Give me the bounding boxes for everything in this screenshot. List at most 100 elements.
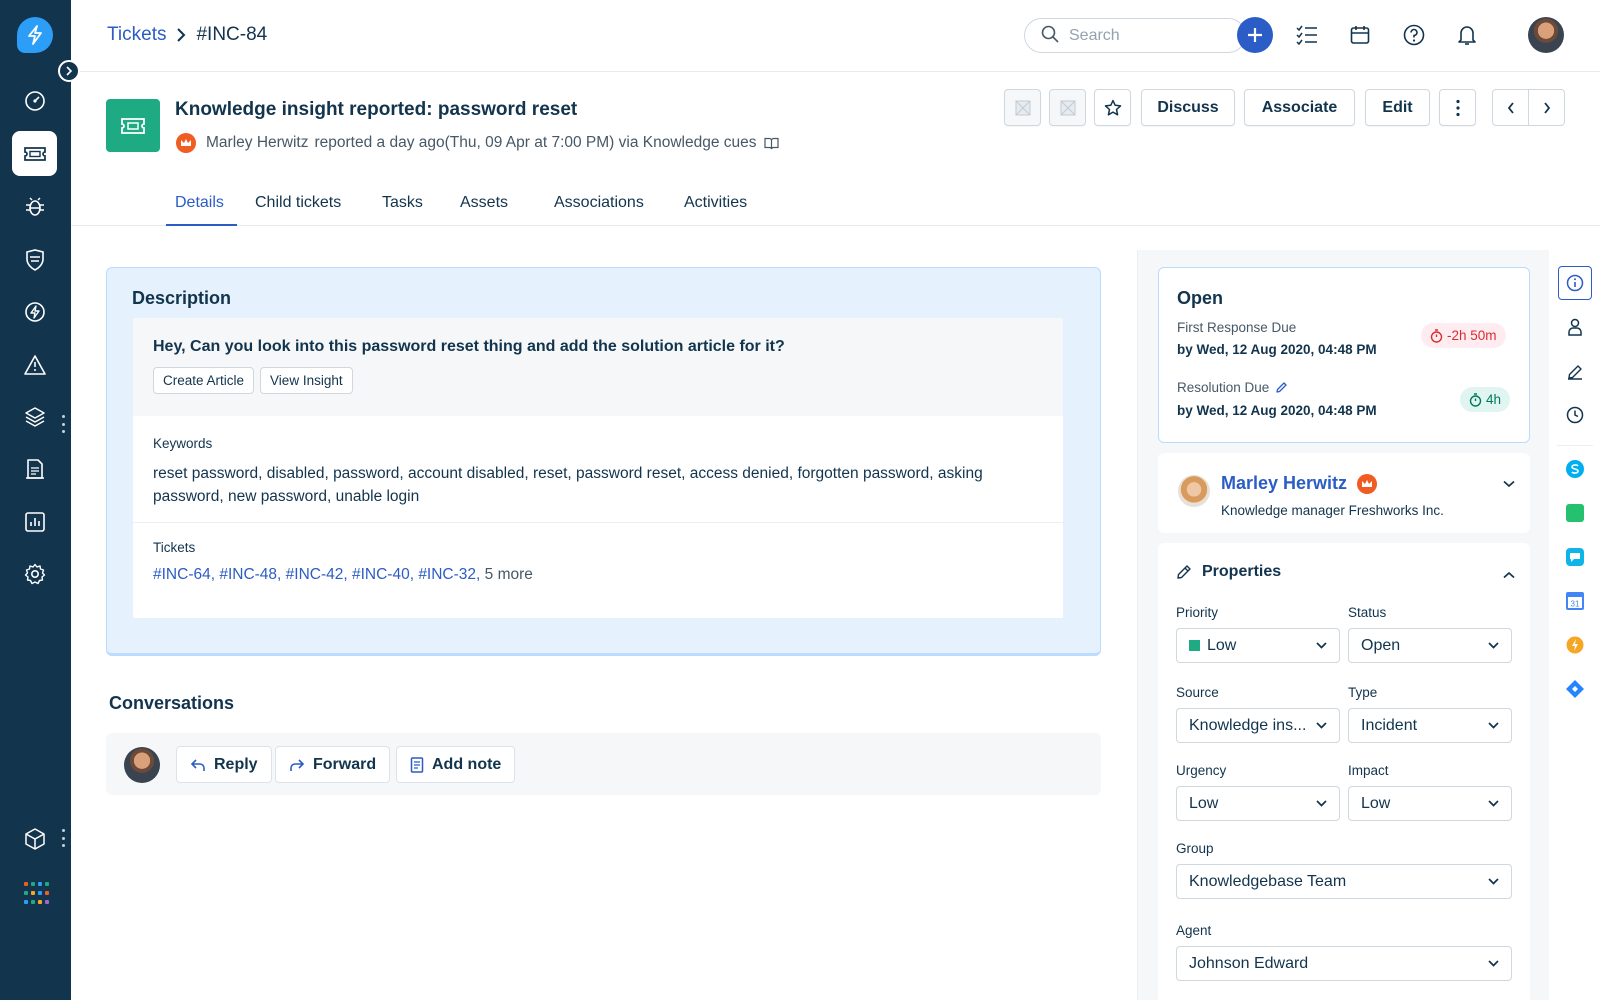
calendar-icon[interactable] bbox=[1342, 17, 1378, 53]
tab-child-tickets[interactable]: Child tickets bbox=[255, 178, 341, 226]
info-icon[interactable] bbox=[1558, 266, 1592, 300]
discuss-button[interactable]: Discuss bbox=[1141, 89, 1235, 126]
pencil-icon bbox=[1177, 565, 1191, 579]
tab-associations[interactable]: Associations bbox=[554, 178, 644, 226]
urgency-select[interactable]: Low bbox=[1176, 786, 1340, 821]
urgency-label: Urgency bbox=[1176, 763, 1227, 778]
layers-icon[interactable] bbox=[12, 394, 57, 439]
chevron-up-icon[interactable] bbox=[1503, 571, 1515, 579]
group-value: Knowledgebase Team bbox=[1189, 872, 1347, 890]
priority-select[interactable]: Low bbox=[1176, 628, 1340, 663]
resolution-label-text: Resolution Due bbox=[1177, 380, 1270, 395]
resolution-label: Resolution Due bbox=[1177, 380, 1288, 395]
chevron-down-icon bbox=[1316, 642, 1327, 649]
related-ticket-links[interactable]: #INC-64, #INC-48, #INC-42, #INC-40, #INC… bbox=[153, 566, 480, 583]
status-card: Open First Response Due by Wed, 12 Aug 2… bbox=[1158, 267, 1530, 443]
tab-details[interactable]: Details bbox=[166, 178, 237, 226]
warning-icon[interactable] bbox=[12, 342, 57, 387]
breadcrumb-tickets-link[interactable]: Tickets bbox=[107, 24, 166, 46]
chevron-down-icon[interactable] bbox=[1503, 480, 1515, 488]
reply-button[interactable]: Reply bbox=[176, 746, 272, 783]
search-input[interactable] bbox=[1069, 26, 1219, 45]
impact-value: Low bbox=[1361, 794, 1391, 812]
lightning-logo-icon[interactable] bbox=[17, 17, 53, 53]
person-icon[interactable] bbox=[1558, 310, 1592, 344]
green-app-icon[interactable] bbox=[1558, 496, 1592, 530]
jira-icon[interactable] bbox=[1558, 672, 1592, 706]
properties-header[interactable]: Properties bbox=[1176, 563, 1281, 581]
impact-label: Impact bbox=[1348, 763, 1389, 778]
tab-tasks[interactable]: Tasks bbox=[382, 178, 423, 226]
bug-icon[interactable] bbox=[12, 184, 57, 229]
create-article-button[interactable]: Create Article bbox=[153, 367, 255, 394]
image-placeholder-button[interactable] bbox=[1049, 89, 1086, 126]
apps-grid-icon[interactable] bbox=[24, 882, 49, 906]
keywords-label: Keywords bbox=[153, 436, 213, 451]
bell-icon[interactable] bbox=[1449, 17, 1485, 53]
chevron-down-icon bbox=[1316, 800, 1327, 807]
skype-icon[interactable] bbox=[1558, 452, 1592, 486]
status-value: Open bbox=[1361, 636, 1401, 654]
star-icon[interactable] bbox=[1094, 89, 1131, 126]
avatar bbox=[1178, 475, 1210, 507]
chat-app-icon[interactable] bbox=[1558, 540, 1592, 574]
forward-button[interactable]: Forward bbox=[275, 746, 391, 783]
source-select[interactable]: Knowledge ins... bbox=[1176, 708, 1340, 743]
cube-icon[interactable] bbox=[12, 816, 57, 861]
chevron-right-icon[interactable] bbox=[1528, 90, 1564, 125]
avatar bbox=[124, 747, 160, 783]
more-vertical-icon[interactable] bbox=[1439, 89, 1476, 126]
chevron-down-icon bbox=[1488, 642, 1499, 649]
impact-select[interactable]: Low bbox=[1348, 786, 1512, 821]
resolution-sla-badge: 4h bbox=[1460, 387, 1511, 412]
status-select[interactable]: Open bbox=[1348, 628, 1512, 663]
chevron-left-icon[interactable] bbox=[1493, 90, 1528, 125]
group-select[interactable]: Knowledgebase Team bbox=[1176, 864, 1512, 899]
help-icon[interactable] bbox=[1396, 17, 1432, 53]
more-options-icon[interactable] bbox=[61, 829, 65, 847]
agent-select[interactable]: Johnson Edward bbox=[1176, 946, 1512, 981]
reported-meta-text: reported a day ago(Thu, 09 Apr at 7:00 P… bbox=[314, 134, 757, 151]
pencil-icon[interactable] bbox=[1558, 355, 1592, 389]
expand-nav-button[interactable] bbox=[58, 60, 80, 82]
pencil-icon[interactable] bbox=[1275, 381, 1288, 394]
todo-list-icon[interactable] bbox=[1289, 17, 1325, 53]
report-icon[interactable] bbox=[12, 499, 57, 544]
more-options-icon[interactable] bbox=[61, 415, 65, 433]
more-tickets-link[interactable]: 5 more bbox=[485, 566, 533, 583]
view-insight-button[interactable]: View Insight bbox=[260, 367, 353, 394]
resolution-sla: 4h bbox=[1486, 392, 1502, 407]
search-box[interactable] bbox=[1024, 18, 1246, 53]
calendar-app-icon[interactable]: 31 bbox=[1558, 584, 1592, 618]
status-label: Status bbox=[1348, 605, 1387, 620]
associate-button[interactable]: Associate bbox=[1244, 89, 1355, 126]
image-placeholder-button[interactable] bbox=[1004, 89, 1041, 126]
shield-icon[interactable] bbox=[12, 237, 57, 282]
edit-button[interactable]: Edit bbox=[1365, 89, 1430, 126]
resolution-value: by Wed, 12 Aug 2020, 04:48 PM bbox=[1177, 403, 1377, 418]
reporter-name[interactable]: Marley Herwitz bbox=[206, 134, 308, 152]
clock-icon[interactable] bbox=[1558, 398, 1592, 432]
tab-assets[interactable]: Assets bbox=[460, 178, 508, 226]
agent-label: Agent bbox=[1176, 923, 1212, 938]
add-note-button[interactable]: Add note bbox=[396, 746, 516, 783]
type-select[interactable]: Incident bbox=[1348, 708, 1512, 743]
reply-icon bbox=[190, 758, 205, 771]
tab-activities[interactable]: Activities bbox=[684, 178, 747, 226]
requester-name[interactable]: Marley Herwitz bbox=[1221, 473, 1387, 494]
gear-icon[interactable] bbox=[12, 551, 57, 596]
chevron-right-icon bbox=[176, 28, 186, 42]
conversation-actions: Reply Forward Add note bbox=[106, 733, 1101, 795]
crown-icon bbox=[1357, 473, 1378, 494]
conversations-title: Conversations bbox=[109, 693, 235, 713]
insight-question: Hey, Can you look into this password res… bbox=[153, 338, 785, 355]
orange-app-icon[interactable] bbox=[1558, 628, 1592, 662]
breadcrumb: Tickets #INC-84 bbox=[107, 24, 267, 46]
document-icon[interactable] bbox=[12, 447, 57, 492]
user-avatar[interactable] bbox=[1528, 17, 1564, 53]
ticket-icon[interactable] bbox=[12, 131, 57, 176]
source-value: Knowledge ins... bbox=[1189, 716, 1307, 734]
dashboard-icon[interactable] bbox=[12, 78, 57, 123]
bolt-icon[interactable] bbox=[12, 289, 57, 334]
add-new-button[interactable] bbox=[1237, 17, 1273, 53]
